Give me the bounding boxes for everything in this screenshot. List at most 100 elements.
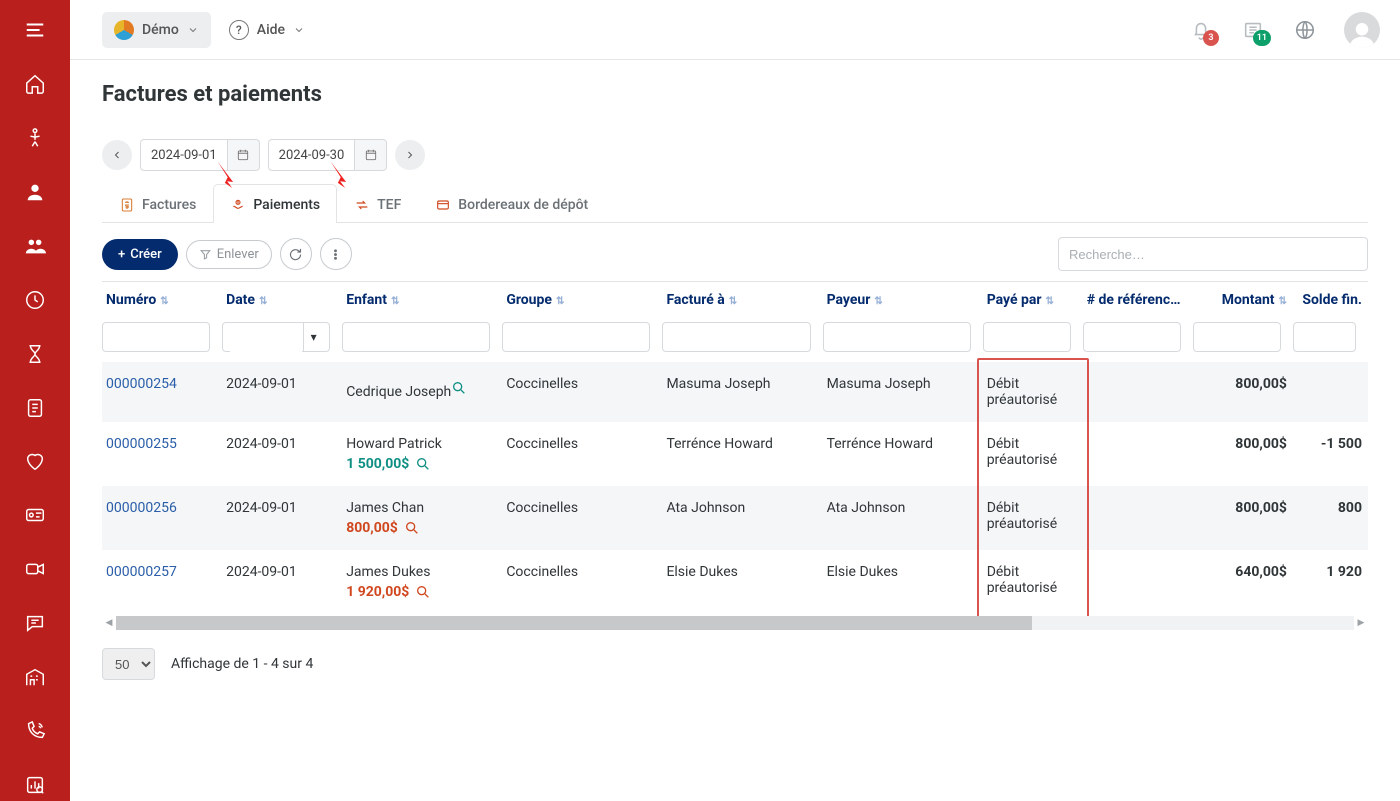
cell-numero[interactable]: 000000254 xyxy=(102,362,222,422)
cell-groupe: Coccinelles xyxy=(502,422,662,486)
filter-payeur[interactable] xyxy=(823,322,971,352)
filter-solde[interactable] xyxy=(1293,322,1356,352)
page-title: Factures et paiements xyxy=(102,82,1368,107)
refresh-button[interactable] xyxy=(280,238,312,270)
cell-payeur: Elsie Dukes xyxy=(823,550,983,614)
report-icon[interactable] xyxy=(16,769,54,801)
child-balance[interactable]: 1 500,00$ xyxy=(346,456,431,472)
chevron-down-icon xyxy=(293,24,305,36)
date-range: 2024-09-01 2024-09-30 xyxy=(102,139,1368,171)
horizontal-scrollbar[interactable]: ◀ ▶ xyxy=(102,616,1368,630)
invoice-icon[interactable] xyxy=(16,392,54,424)
news-icon[interactable]: 11 xyxy=(1240,17,1266,43)
menu-toggle-icon[interactable] xyxy=(16,14,54,46)
paging-info: Affichage de 1 - 4 sur 4 xyxy=(171,656,313,672)
help-menu[interactable]: ? Aide xyxy=(229,20,305,40)
notifications-icon[interactable]: 3 xyxy=(1188,17,1214,43)
cell-numero[interactable]: 000000256 xyxy=(102,486,222,550)
child-balance[interactable] xyxy=(451,380,467,396)
sidebar xyxy=(0,0,70,801)
col-ref[interactable]: # de référence⇅ xyxy=(1083,282,1193,316)
cell-facture-a: Ata Johnson xyxy=(662,486,822,550)
cell-payeur: Masuma Joseph xyxy=(823,362,983,422)
filter-montant[interactable] xyxy=(1193,322,1281,352)
filter-numero[interactable] xyxy=(102,322,210,352)
help-icon: ? xyxy=(229,20,249,40)
col-numero[interactable]: Numéro⇅ xyxy=(102,282,222,316)
tabs: Factures Paiements TEF Bordereaux de dép… xyxy=(102,183,1368,223)
home-icon[interactable] xyxy=(16,68,54,100)
next-period-button[interactable] xyxy=(395,140,425,170)
prev-period-button[interactable] xyxy=(102,140,132,170)
child-balance[interactable]: 1 920,00$ xyxy=(346,584,431,600)
notifications-badge: 3 xyxy=(1203,30,1219,46)
more-button[interactable] xyxy=(320,238,352,270)
cell-enfant: James Dukes1 920,00$ xyxy=(342,550,502,614)
tab-factures[interactable]: Factures xyxy=(102,184,213,223)
building-icon[interactable] xyxy=(16,661,54,693)
funnel-icon xyxy=(199,248,212,261)
date-end-picker-icon[interactable] xyxy=(355,139,387,171)
phone-icon[interactable] xyxy=(16,715,54,747)
cell-numero[interactable]: 000000257 xyxy=(102,550,222,614)
remove-button[interactable]: Enlever xyxy=(186,240,272,269)
col-date[interactable]: Date⇅ xyxy=(222,282,342,316)
tab-bordereaux[interactable]: Bordereaux de dépôt xyxy=(418,184,605,223)
user-avatar[interactable] xyxy=(1344,12,1380,48)
cell-solde: -1 500 xyxy=(1293,422,1368,486)
app-logo-icon xyxy=(114,20,134,40)
heart-icon[interactable] xyxy=(16,446,54,478)
cell-facture-a: Elsie Dukes xyxy=(662,550,822,614)
video-icon[interactable] xyxy=(16,553,54,585)
env-selector[interactable]: Démo xyxy=(102,12,211,48)
cell-paye-par: Débit préautorisé xyxy=(983,362,1083,422)
cell-solde xyxy=(1293,362,1368,422)
cell-payeur: Ata Johnson xyxy=(823,486,983,550)
col-payeur[interactable]: Payeur⇅ xyxy=(823,282,983,316)
tab-tef[interactable]: TEF xyxy=(337,184,418,223)
date-start-input[interactable]: 2024-09-01 xyxy=(140,139,228,171)
cell-payeur: Terrénce Howard xyxy=(823,422,983,486)
globe-icon[interactable] xyxy=(1292,17,1318,43)
filter-date[interactable]: ▾ xyxy=(222,322,330,352)
person-icon[interactable] xyxy=(16,176,54,208)
cell-date: 2024-09-01 xyxy=(222,486,342,550)
hourglass-icon[interactable] xyxy=(16,338,54,370)
col-enfant[interactable]: Enfant⇅ xyxy=(342,282,502,316)
child-icon[interactable] xyxy=(16,122,54,154)
news-badge: 11 xyxy=(1253,30,1271,46)
col-facture-a[interactable]: Facturé à⇅ xyxy=(662,282,822,316)
filter-groupe[interactable] xyxy=(502,322,650,352)
filter-enfant[interactable] xyxy=(342,322,490,352)
cell-paye-par: Débit préautorisé xyxy=(983,486,1083,550)
cell-date: 2024-09-01 xyxy=(222,362,342,422)
cell-paye-par: Débit préautorisé xyxy=(983,422,1083,486)
plus-icon: + xyxy=(118,247,125,262)
card-icon[interactable] xyxy=(16,499,54,531)
filter-paye-par[interactable] xyxy=(983,322,1071,352)
col-groupe[interactable]: Groupe⇅ xyxy=(502,282,662,316)
filter-ref[interactable] xyxy=(1083,322,1181,352)
tab-tef-label: TEF xyxy=(377,197,401,213)
cell-montant: 800,00$ xyxy=(1193,422,1293,486)
paging: 50 Affichage de 1 - 4 sur 4 xyxy=(102,648,1368,680)
child-balance[interactable]: 800,00$ xyxy=(346,520,420,536)
col-montant[interactable]: Montant⇅ xyxy=(1193,282,1293,316)
table-row: 0000002562024-09-01James Chan800,00$ Coc… xyxy=(102,486,1368,550)
search-input[interactable] xyxy=(1058,237,1368,271)
col-solde[interactable]: Solde fin.⇅ xyxy=(1293,282,1368,316)
tab-paiements[interactable]: Paiements xyxy=(213,184,337,223)
date-start-picker-icon[interactable] xyxy=(228,139,260,171)
clock-icon[interactable] xyxy=(16,284,54,316)
table-row: 0000002542024-09-01Cedrique JosephCoccin… xyxy=(102,362,1368,422)
tab-factures-label: Factures xyxy=(142,197,196,213)
page-size-select[interactable]: 50 xyxy=(102,648,155,680)
cell-numero[interactable]: 000000255 xyxy=(102,422,222,486)
chat-icon[interactable] xyxy=(16,607,54,639)
col-paye-par[interactable]: Payé par⇅ xyxy=(983,282,1083,316)
group-icon[interactable] xyxy=(16,230,54,262)
filter-facture-a[interactable] xyxy=(662,322,810,352)
date-end-input[interactable]: 2024-09-30 xyxy=(268,139,356,171)
create-button[interactable]: + Créer xyxy=(102,239,178,270)
tab-bordereaux-label: Bordereaux de dépôt xyxy=(458,197,588,213)
